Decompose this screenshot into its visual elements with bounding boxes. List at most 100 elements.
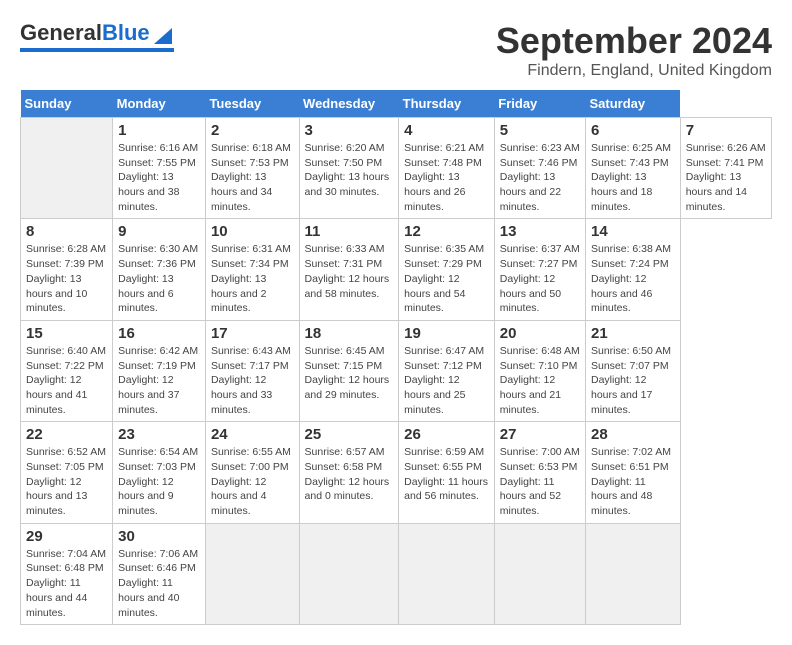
header-sunday: Sunday xyxy=(21,90,113,118)
day-info: Sunrise: 6:35 AMSunset: 7:29 PMDaylight:… xyxy=(404,242,489,315)
calendar-cell: 15 Sunrise: 6:40 AMSunset: 7:22 PMDayligh… xyxy=(21,320,113,421)
day-info: Sunrise: 6:57 AMSunset: 6:58 PMDaylight:… xyxy=(305,445,394,504)
calendar-cell: 3Sunrise: 6:20 AMSunset: 7:50 PMDaylight… xyxy=(299,118,399,219)
calendar-cell: 5 Sunrise: 6:23 AMSunset: 7:46 PMDaylight… xyxy=(494,118,585,219)
month-title: September 2024 xyxy=(496,20,772,62)
calendar-cell: 22 Sunrise: 6:52 AMSunset: 7:05 PMDayligh… xyxy=(21,422,113,523)
day-number: 14 xyxy=(591,223,675,240)
day-number: 1 xyxy=(118,122,200,139)
logo: General Blue xyxy=(20,20,174,52)
day-number: 6 xyxy=(591,122,675,139)
day-number: 21 xyxy=(591,325,675,342)
day-number: 23 xyxy=(118,426,200,443)
day-number: 15 xyxy=(26,325,107,342)
empty-cell xyxy=(21,118,113,219)
day-info: Sunrise: 6:16 AMSunset: 7:55 PMDaylight:… xyxy=(118,141,200,214)
logo-underline xyxy=(20,48,174,52)
day-number: 27 xyxy=(500,426,580,443)
day-info: Sunrise: 6:23 AMSunset: 7:46 PMDaylight:… xyxy=(500,141,580,214)
page-header: General Blue September 2024 Findern, Eng… xyxy=(20,20,772,80)
day-number: 7 xyxy=(686,122,766,139)
calendar-cell: 12 Sunrise: 6:35 AMSunset: 7:29 PMDayligh… xyxy=(399,219,495,320)
calendar-cell: 19 Sunrise: 6:47 AMSunset: 7:12 PMDayligh… xyxy=(399,320,495,421)
day-number: 17 xyxy=(211,325,294,342)
day-info: Sunrise: 6:31 AMSunset: 7:34 PMDaylight:… xyxy=(211,242,294,315)
day-info: Sunrise: 6:38 AMSunset: 7:24 PMDaylight:… xyxy=(591,242,675,315)
calendar-cell: 9 Sunrise: 6:30 AMSunset: 7:36 PMDaylight… xyxy=(113,219,206,320)
calendar-cell: 11 Sunrise: 6:33 AMSunset: 7:31 PMDayligh… xyxy=(299,219,399,320)
day-info: Sunrise: 6:21 AMSunset: 7:48 PMDaylight:… xyxy=(404,141,489,214)
day-info: Sunrise: 6:28 AMSunset: 7:39 PMDaylight:… xyxy=(26,242,107,315)
day-number: 29 xyxy=(26,528,107,545)
calendar-cell: 14 Sunrise: 6:38 AMSunset: 7:24 PMDayligh… xyxy=(585,219,680,320)
day-number: 20 xyxy=(500,325,580,342)
day-info: Sunrise: 7:04 AMSunset: 6:48 PMDaylight:… xyxy=(26,547,107,620)
calendar-cell: 17 Sunrise: 6:43 AMSunset: 7:17 PMDayligh… xyxy=(205,320,299,421)
calendar-cell: 6 Sunrise: 6:25 AMSunset: 7:43 PMDaylight… xyxy=(585,118,680,219)
day-number: 13 xyxy=(500,223,580,240)
day-number: 11 xyxy=(305,223,394,240)
calendar-cell: 7 Sunrise: 6:26 AMSunset: 7:41 PMDaylight… xyxy=(680,118,771,219)
calendar-cell: 16Sunrise: 6:42 AMSunset: 7:19 PMDayligh… xyxy=(113,320,206,421)
day-number: 4 xyxy=(404,122,489,139)
day-info: Sunrise: 6:52 AMSunset: 7:05 PMDaylight:… xyxy=(26,445,107,518)
calendar-cell: 29 Sunrise: 7:04 AMSunset: 6:48 PMDayligh… xyxy=(21,523,113,624)
calendar-week-4: 22 Sunrise: 6:52 AMSunset: 7:05 PMDayligh… xyxy=(21,422,772,523)
day-number: 12 xyxy=(404,223,489,240)
header-wednesday: Wednesday xyxy=(299,90,399,118)
calendar-cell xyxy=(299,523,399,624)
logo-general: General xyxy=(20,20,102,46)
day-number: 22 xyxy=(26,426,107,443)
day-number: 2 xyxy=(211,122,294,139)
day-number: 9 xyxy=(118,223,200,240)
day-info: Sunrise: 6:40 AMSunset: 7:22 PMDaylight:… xyxy=(26,344,107,417)
day-info: Sunrise: 6:37 AMSunset: 7:27 PMDaylight:… xyxy=(500,242,580,315)
header-saturday: Saturday xyxy=(585,90,680,118)
logo-icon xyxy=(152,24,174,46)
calendar-cell: 24Sunrise: 6:55 AMSunset: 7:00 PMDayligh… xyxy=(205,422,299,523)
day-info: Sunrise: 6:59 AMSunset: 6:55 PMDaylight:… xyxy=(404,445,489,504)
header-monday: Monday xyxy=(113,90,206,118)
day-info: Sunrise: 6:55 AMSunset: 7:00 PMDaylight:… xyxy=(211,445,294,518)
calendar-cell xyxy=(205,523,299,624)
calendar-cell: 4 Sunrise: 6:21 AMSunset: 7:48 PMDaylight… xyxy=(399,118,495,219)
day-number: 28 xyxy=(591,426,675,443)
calendar-cell: 18 Sunrise: 6:45 AMSunset: 7:15 PMDayligh… xyxy=(299,320,399,421)
day-number: 8 xyxy=(26,223,107,240)
day-info: Sunrise: 7:00 AMSunset: 6:53 PMDaylight:… xyxy=(500,445,580,518)
calendar-cell: 27 Sunrise: 7:00 AMSunset: 6:53 PMDayligh… xyxy=(494,422,585,523)
day-number: 18 xyxy=(305,325,394,342)
day-info: Sunrise: 6:45 AMSunset: 7:15 PMDaylight:… xyxy=(305,344,394,403)
calendar-cell: 8 Sunrise: 6:28 AMSunset: 7:39 PMDaylight… xyxy=(21,219,113,320)
calendar-cell: 13 Sunrise: 6:37 AMSunset: 7:27 PMDayligh… xyxy=(494,219,585,320)
calendar-cell: 25 Sunrise: 6:57 AMSunset: 6:58 PMDayligh… xyxy=(299,422,399,523)
header-thursday: Thursday xyxy=(399,90,495,118)
day-info: Sunrise: 6:33 AMSunset: 7:31 PMDaylight:… xyxy=(305,242,394,301)
day-info: Sunrise: 6:50 AMSunset: 7:07 PMDaylight:… xyxy=(591,344,675,417)
day-number: 25 xyxy=(305,426,394,443)
day-number: 5 xyxy=(500,122,580,139)
day-info: Sunrise: 6:30 AMSunset: 7:36 PMDaylight:… xyxy=(118,242,200,315)
day-info: Sunrise: 6:47 AMSunset: 7:12 PMDaylight:… xyxy=(404,344,489,417)
calendar-cell: 23 Sunrise: 6:54 AMSunset: 7:03 PMDayligh… xyxy=(113,422,206,523)
day-info: Sunrise: 6:43 AMSunset: 7:17 PMDaylight:… xyxy=(211,344,294,417)
day-number: 10 xyxy=(211,223,294,240)
calendar-header-row: SundayMondayTuesdayWednesdayThursdayFrid… xyxy=(21,90,772,118)
day-number: 16 xyxy=(118,325,200,342)
header-tuesday: Tuesday xyxy=(205,90,299,118)
calendar-cell: 20Sunrise: 6:48 AMSunset: 7:10 PMDayligh… xyxy=(494,320,585,421)
day-number: 19 xyxy=(404,325,489,342)
calendar-week-1: 1 Sunrise: 6:16 AMSunset: 7:55 PMDaylight… xyxy=(21,118,772,219)
day-info: Sunrise: 7:02 AMSunset: 6:51 PMDaylight:… xyxy=(591,445,675,518)
day-info: Sunrise: 6:25 AMSunset: 7:43 PMDaylight:… xyxy=(591,141,675,214)
day-info: Sunrise: 6:26 AMSunset: 7:41 PMDaylight:… xyxy=(686,141,766,214)
calendar-week-3: 15 Sunrise: 6:40 AMSunset: 7:22 PMDayligh… xyxy=(21,320,772,421)
day-number: 3 xyxy=(305,122,394,139)
calendar-cell: 30Sunrise: 7:06 AMSunset: 6:46 PMDayligh… xyxy=(113,523,206,624)
title-section: September 2024 Findern, England, United … xyxy=(496,20,772,80)
day-info: Sunrise: 7:06 AMSunset: 6:46 PMDaylight:… xyxy=(118,547,200,620)
calendar-cell: 28 Sunrise: 7:02 AMSunset: 6:51 PMDayligh… xyxy=(585,422,680,523)
day-info: Sunrise: 6:54 AMSunset: 7:03 PMDaylight:… xyxy=(118,445,200,518)
calendar-cell: 2Sunrise: 6:18 AMSunset: 7:53 PMDaylight… xyxy=(205,118,299,219)
header-friday: Friday xyxy=(494,90,585,118)
